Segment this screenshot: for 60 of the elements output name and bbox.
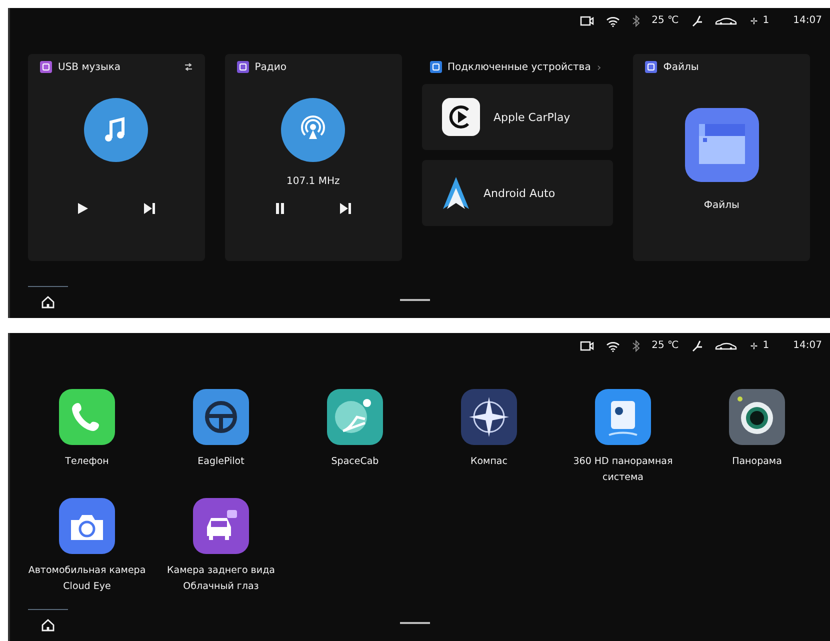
app-label: SpaceCab: [331, 455, 379, 469]
app-tile-icon: [645, 61, 658, 73]
car-camera-icon[interactable]: [193, 498, 249, 554]
chevron-text[interactable]: ›: [596, 60, 602, 74]
temperature-text: 25 ℃: [652, 15, 679, 27]
drag-handle[interactable]: [400, 299, 430, 301]
bluetooth-icon: [632, 15, 640, 27]
card-title: Файлы: [663, 62, 699, 72]
compass-icon[interactable]: [461, 389, 517, 445]
app-label: Файлы: [704, 200, 740, 211]
fan-icon: [748, 16, 759, 26]
app-tile-icon: [236, 61, 249, 73]
app-label: Компас: [470, 455, 508, 469]
card-title: USB музыка: [58, 62, 121, 72]
navigation-arrow-icon: [442, 176, 470, 210]
folder-icon[interactable]: [684, 108, 759, 182]
app-label: Камера заднего вида Облачный глаз: [166, 564, 276, 594]
wifi-icon: [606, 340, 620, 352]
temperature-text: 25 ℃: [652, 340, 679, 352]
app-label: EaglePilot: [198, 455, 244, 469]
app-label: Телефон: [65, 455, 109, 469]
source-switch-icon[interactable]: [184, 63, 193, 71]
phone-handset-icon[interactable]: [59, 389, 115, 445]
app-label: Автомобильная камера Cloud Eye: [27, 564, 147, 594]
home-icon[interactable]: [41, 294, 55, 308]
fan-speed-text: 1: [762, 340, 770, 352]
app-tile-icon: [40, 61, 52, 73]
skip-next-icon[interactable]: [142, 202, 156, 215]
fan-speed-text: 1: [762, 15, 770, 27]
skip-next-icon[interactable]: [338, 202, 352, 215]
camera-icon[interactable]: [59, 498, 115, 554]
app-tile-icon: [430, 61, 442, 73]
device-label: Apple CarPlay: [494, 110, 570, 124]
drag-handle[interactable]: [400, 622, 430, 624]
card-title: Подключенные устройства: [448, 62, 591, 72]
play-icon[interactable]: [76, 202, 89, 215]
app-label: 360 HD панорамная система: [572, 455, 674, 485]
car-icon: [714, 16, 737, 26]
frequency-text: 107.1 MHz: [286, 176, 340, 188]
bluetooth-icon: [632, 340, 640, 352]
camera-icon: [580, 16, 594, 26]
device-label: Android Auto: [484, 186, 556, 200]
app-label: Панорама: [732, 455, 782, 469]
card-title: Радио: [254, 62, 286, 72]
device-tile[interactable]: Android Auto: [422, 160, 614, 226]
panoramic-camera-icon[interactable]: [595, 389, 651, 445]
pause-icon[interactable]: [274, 202, 285, 215]
seat-person-icon[interactable]: [327, 389, 383, 445]
clock-text: 14:07: [793, 15, 822, 27]
wifi-icon: [606, 16, 620, 26]
car-icon: [714, 341, 737, 351]
radio-signal-icon[interactable]: [281, 98, 346, 162]
camera-icon: [580, 341, 594, 351]
device-tile[interactable]: Apple CarPlay: [422, 84, 614, 150]
clock-text: 14:07: [793, 340, 822, 352]
fan-icon: [748, 341, 759, 351]
steering-wheel-icon[interactable]: [193, 389, 249, 445]
music-note-icon[interactable]: [84, 98, 148, 162]
home-icon[interactable]: [41, 618, 55, 632]
camera-lens-icon[interactable]: [729, 389, 785, 445]
